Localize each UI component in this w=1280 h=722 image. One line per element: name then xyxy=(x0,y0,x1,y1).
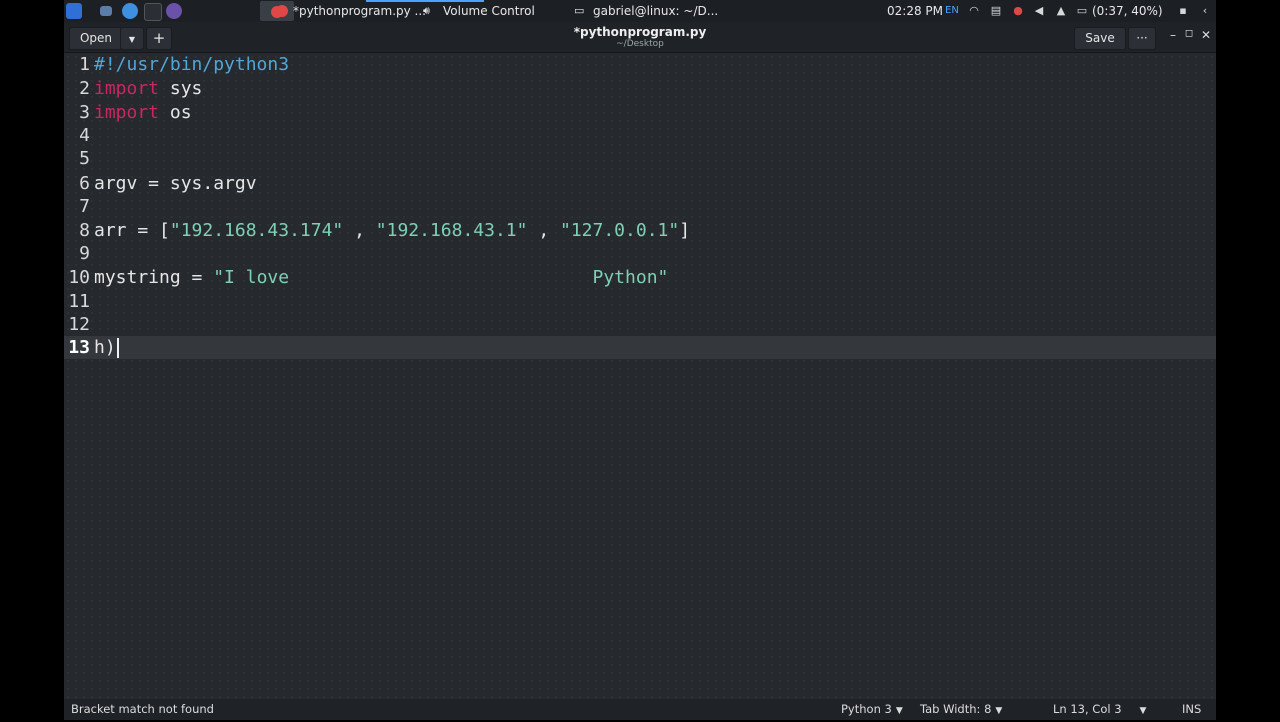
line-number: 11 xyxy=(68,291,90,312)
line-number: 1 xyxy=(79,54,90,75)
close-icon[interactable]: ✕ xyxy=(1199,28,1213,42)
volume-icon[interactable]: ◀ xyxy=(1032,4,1046,18)
code-text[interactable]: arr = ["192.168.43.174" , "192.168.43.1"… xyxy=(94,219,690,242)
code-line[interactable]: 10 mystring = "I love Python" xyxy=(64,266,1216,289)
line-number: 12 xyxy=(68,314,90,335)
editor-headerbar: Open ▼ + *pythonprogram.py ~/Desktop Sav… xyxy=(64,22,1216,53)
tab-width-selector[interactable]: Tab Width: 8 ▼ xyxy=(920,699,1002,722)
record-icon[interactable]: ● xyxy=(1011,4,1025,18)
code-line[interactable]: 7 xyxy=(64,195,1216,218)
keyword-token: import xyxy=(94,78,160,99)
line-number: 8 xyxy=(79,220,90,241)
code-line[interactable]: 3 import os xyxy=(64,101,1216,124)
task-terminal[interactable]: gabriel@linux: ~/D... xyxy=(593,0,718,22)
show-desktop-icon[interactable] xyxy=(100,6,112,16)
status-message: Bracket match not found xyxy=(71,702,214,716)
code-text[interactable]: h) xyxy=(94,336,119,359)
string-token: "192.168.43.174" xyxy=(169,220,344,241)
minimize-icon[interactable]: – xyxy=(1166,28,1180,42)
code-line[interactable]: 9 xyxy=(64,242,1216,265)
status-bar: Bracket match not found Python 3 ▼ Tab Wi… xyxy=(64,699,1216,720)
cursor-position-selector[interactable]: Ln 13, Col 3 ▼ xyxy=(1053,699,1146,722)
battery-icon[interactable]: ▭ xyxy=(1075,4,1089,18)
chevron-down-icon: ▼ xyxy=(995,706,1003,716)
code-text[interactable]: mystring = "I love Python" xyxy=(94,266,668,289)
browser-icon[interactable] xyxy=(122,3,138,19)
chevron-down-icon: ▼ xyxy=(895,706,903,716)
code-token: arr = [ xyxy=(94,220,170,241)
window-title: *pythonprogram.py xyxy=(573,25,707,39)
code-text[interactable]: import sys xyxy=(94,77,202,100)
text-editor-task-icon xyxy=(276,5,288,17)
code-line[interactable]: 8 arr = ["192.168.43.174" , "192.168.43.1… xyxy=(64,219,1216,242)
keyboard-layout[interactable]: EN xyxy=(945,0,959,22)
line-number: 6 xyxy=(79,173,90,194)
code-line[interactable]: 12 xyxy=(64,313,1216,336)
speaker-icon: 🔊︎ xyxy=(423,4,430,17)
line-number: 4 xyxy=(79,125,90,146)
text-cursor xyxy=(116,338,119,358)
system-taskbar: *pythonprogram.py ... 🔊︎ Volume Control … xyxy=(64,0,1216,22)
string-token: "192.168.43.1" xyxy=(375,220,528,241)
task-volume-control[interactable]: Volume Control xyxy=(443,0,535,22)
code-token: os xyxy=(159,102,192,123)
code-token: sys xyxy=(159,78,203,99)
clipboard-icon[interactable]: ▤ xyxy=(989,4,1003,18)
files-icon[interactable] xyxy=(144,3,162,21)
line-number: 7 xyxy=(79,196,90,217)
code-token: , xyxy=(527,220,560,241)
code-token: mystring = xyxy=(94,267,214,288)
notification-bell-icon[interactable]: ▲ xyxy=(1054,4,1068,18)
code-line[interactable]: 2 import sys xyxy=(64,77,1216,100)
chevron-down-icon: ▼ xyxy=(1139,706,1147,716)
code-token: ] xyxy=(679,220,691,241)
save-button[interactable]: Save xyxy=(1074,27,1126,50)
code-line[interactable]: 13 h) xyxy=(64,336,1216,359)
tab-width-label: Tab Width: 8 xyxy=(920,702,992,716)
code-editor[interactable]: 1 #!/usr/bin/python3 2 import sys 3 import os… xyxy=(64,53,1216,699)
code-line[interactable]: 11 xyxy=(64,290,1216,313)
line-number: 10 xyxy=(68,267,90,288)
wifi-icon[interactable]: ◠ xyxy=(967,4,981,18)
collapse-tray-icon[interactable]: ‹ xyxy=(1198,4,1212,18)
code-line[interactable]: 1 #!/usr/bin/python3 xyxy=(64,53,1216,76)
code-text[interactable]: argv = sys.argv xyxy=(94,172,257,195)
lock-icon[interactable]: ▪ xyxy=(1176,4,1190,18)
app-menu-icon[interactable] xyxy=(66,3,82,19)
code-text[interactable]: import os xyxy=(94,101,192,124)
cursor-position-label: Ln 13, Col 3 xyxy=(1053,702,1122,716)
code-text[interactable]: #!/usr/bin/python3 xyxy=(94,53,289,76)
insert-mode-indicator[interactable]: INS xyxy=(1182,699,1201,720)
line-number: 3 xyxy=(79,102,90,123)
code-token: , xyxy=(343,220,376,241)
clock[interactable]: 02:28 PM xyxy=(887,0,943,22)
comment-token: #!/usr/bin/python3 xyxy=(94,54,290,75)
code-token: h) xyxy=(94,337,116,358)
language-label: Python 3 xyxy=(841,702,892,716)
line-number: 13 xyxy=(68,337,90,358)
maximize-icon[interactable]: ◻ xyxy=(1182,28,1196,39)
code-token: argv = sys.argv xyxy=(94,173,257,194)
code-line[interactable]: 6 argv = sys.argv xyxy=(64,172,1216,195)
settings-icon[interactable] xyxy=(166,3,182,19)
terminal-icon: ▭ xyxy=(574,4,585,17)
window-subtitle: ~/Desktop xyxy=(616,39,664,49)
line-number: 5 xyxy=(79,148,90,169)
task-text-editor[interactable]: *pythonprogram.py ... xyxy=(293,0,426,22)
line-number: 9 xyxy=(79,243,90,264)
string-token: "I love Python" xyxy=(213,267,669,288)
battery-status[interactable]: (0:37, 40%) xyxy=(1092,0,1163,22)
line-number: 2 xyxy=(79,78,90,99)
language-selector[interactable]: Python 3 ▼ xyxy=(841,699,903,722)
keyword-token: import xyxy=(94,102,160,123)
string-token: "127.0.0.1" xyxy=(560,220,680,241)
menu-button[interactable]: ··· xyxy=(1128,27,1156,50)
code-line[interactable]: 5 xyxy=(64,147,1216,170)
code-line[interactable]: 4 xyxy=(64,124,1216,147)
